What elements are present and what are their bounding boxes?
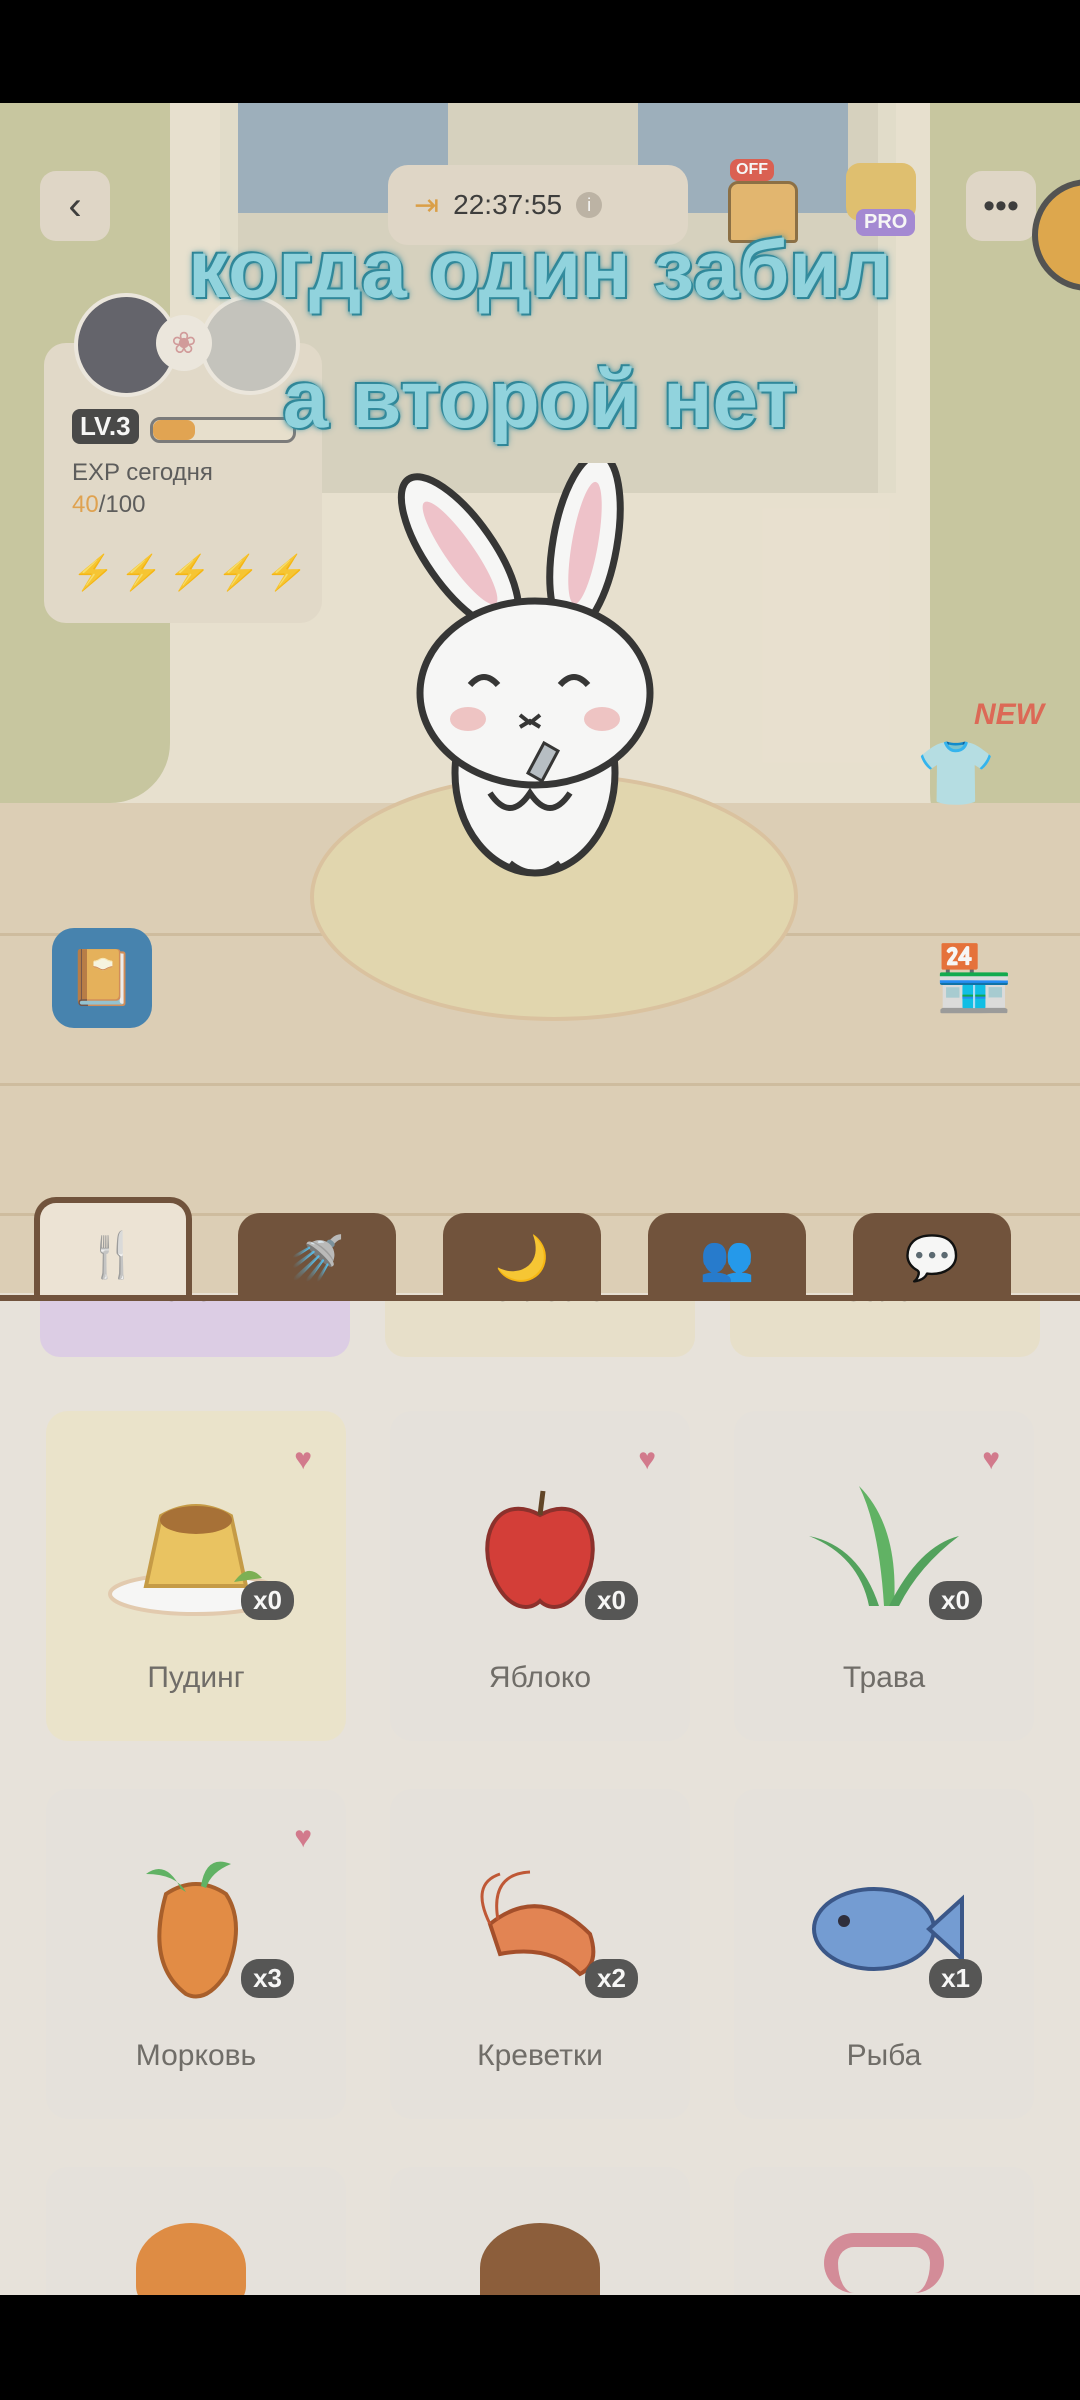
exp-value: 40/100 <box>72 491 146 518</box>
bread-icon <box>136 2223 246 2295</box>
worm-icon <box>824 2233 944 2293</box>
wardrobe-icon: 👕 <box>916 736 996 809</box>
home-off-badge: OFF <box>730 159 774 181</box>
item-count: x0 <box>585 1581 638 1620</box>
wardrobe-button[interactable]: 👕 <box>906 723 1006 823</box>
favorite-heart-icon: ♥ <box>294 1443 312 1476</box>
tab-food[interactable]: 🍴 <box>34 1197 192 1307</box>
exp-label: EXP сегодня <box>72 459 213 486</box>
shop-button[interactable]: 🏪 <box>924 928 1024 1028</box>
item-name: Яблоко <box>488 1661 592 1694</box>
item-name: Рыба <box>846 2039 922 2072</box>
category-row: Пакеты Похлебка Салат <box>40 1301 1040 1361</box>
item-count: x3 <box>241 1959 294 1998</box>
food-item-grass[interactable]: ♥ x0 Трава <box>734 1411 1034 1741</box>
item-name: Морковь <box>135 2039 257 2072</box>
sleep-tab-icon: 🌙 <box>494 1234 550 1283</box>
food-item-partial-1[interactable] <box>46 2167 346 2295</box>
category-salad[interactable]: Салат <box>730 1301 1040 1357</box>
caption-line-2: а второй нет <box>282 354 798 445</box>
photo-album-icon: 📔 <box>68 947 136 1008</box>
item-count: x0 <box>929 1581 982 1620</box>
favorite-heart-icon: ♥ <box>638 1443 656 1476</box>
game-screen: ‹ ⇥ 22:37:55 i OFF PRO ••• ❀ LV.3 EXP се… <box>0 103 1080 2295</box>
food-item-apple[interactable]: ♥ x0 Яблоко <box>390 1411 690 1741</box>
friends-tab-icon: 👥 <box>699 1234 755 1283</box>
nut-icon <box>480 2223 600 2295</box>
tab-sleep[interactable]: 🌙 <box>443 1213 601 1303</box>
tab-wash[interactable]: 🚿 <box>238 1213 396 1303</box>
photo-album-button[interactable]: 📔 <box>52 928 152 1028</box>
food-tab-icon: 🍴 <box>85 1231 141 1280</box>
energy-bolts: ⚡⚡⚡⚡⚡ <box>72 554 314 592</box>
food-item-partial-2[interactable] <box>390 2167 690 2295</box>
info-icon[interactable]: i <box>576 192 603 218</box>
item-name: Креветки <box>477 2039 603 2072</box>
chat-tab-icon: 💬 <box>904 1234 960 1283</box>
food-item-shrimp[interactable]: x2 Креветки <box>390 1789 690 2119</box>
category-packs[interactable]: Пакеты <box>40 1301 350 1357</box>
food-item-partial-3[interactable] <box>734 2167 1034 2295</box>
tab-chat[interactable]: 💬 <box>853 1213 1011 1303</box>
caption-line-1: когда один забил <box>188 224 892 315</box>
tab-friends[interactable]: 👥 <box>648 1213 806 1303</box>
food-item-pudding[interactable]: ♥ x0 Пудинг <box>46 1411 346 1741</box>
shop-icon: 🏪 <box>934 941 1014 1014</box>
food-item-carrot[interactable]: ♥ x3 Морковь <box>46 1789 346 2119</box>
item-name: Трава <box>842 1661 926 1694</box>
favorite-heart-icon: ♥ <box>982 1443 1000 1476</box>
item-name: Пудинг <box>147 1661 245 1694</box>
exit-door-icon: ⇥ <box>414 188 440 222</box>
food-item-fish[interactable]: x1 Рыба <box>734 1789 1034 2119</box>
wash-tab-icon: 🚿 <box>289 1234 345 1283</box>
back-arrow-icon: ‹ <box>68 183 82 228</box>
item-count: x0 <box>241 1581 294 1620</box>
category-stew[interactable]: Похлебка <box>385 1301 695 1357</box>
action-tabs: 🍴 🚿 🌙 👥 💬 <box>0 1183 1080 1307</box>
timer-text: 22:37:55 <box>453 189 563 220</box>
bunny-pet[interactable] <box>380 463 680 903</box>
favorite-heart-icon: ♥ <box>294 1821 312 1854</box>
food-panel: Пакеты Похлебка Салат ♥ x0 Пудинг ♥ x0 Я… <box>0 1301 1080 2295</box>
more-dots-icon: ••• <box>983 186 1019 225</box>
item-count: x1 <box>929 1959 982 1998</box>
item-count: x2 <box>585 1959 638 1998</box>
